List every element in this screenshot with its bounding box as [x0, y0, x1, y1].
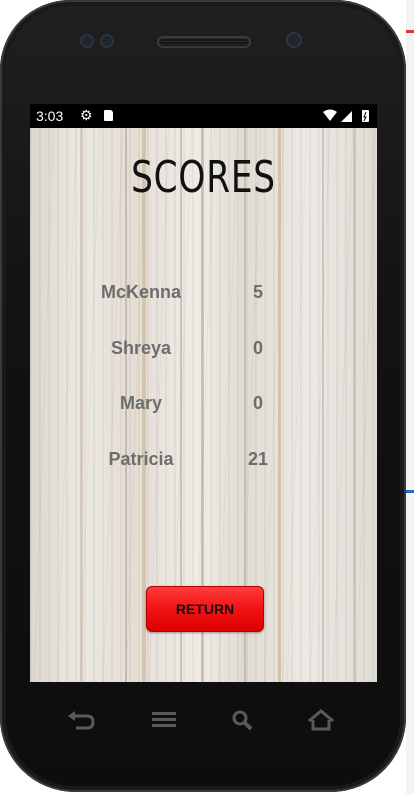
home-icon[interactable]: [306, 708, 336, 732]
status-time: 3:03: [36, 108, 64, 124]
page-title: SCORES: [131, 152, 276, 203]
player-score: 5: [252, 282, 263, 302]
return-button[interactable]: RETURN: [146, 586, 264, 632]
score-row: Mary 0: [30, 393, 377, 423]
wifi-icon: [323, 109, 337, 121]
player-score: 21: [247, 449, 269, 469]
desktop-background-strip: [406, 0, 414, 794]
score-row: Shreya 0: [30, 338, 377, 368]
status-icons-right: [323, 109, 369, 122]
recent-apps-icon[interactable]: [149, 708, 179, 732]
settings-gear-icon: ⚙: [80, 107, 93, 123]
score-row: McKenna 5: [30, 282, 377, 312]
sd-card-icon: [104, 110, 113, 121]
player-name: Patricia: [108, 449, 174, 469]
front-sensor: [80, 34, 94, 48]
phone-screen: 3:03 ⚙ SCORES McKenna 5 Shreya 0 Mary 0 …: [30, 104, 377, 682]
hardware-nav-bar: [0, 700, 406, 740]
battery-icon: [362, 110, 369, 122]
player-name: Shreya: [110, 338, 172, 358]
player-score: 0: [252, 393, 263, 413]
front-camera: [286, 32, 302, 48]
earpiece-speaker: [157, 36, 251, 48]
player-name: McKenna: [100, 282, 181, 302]
cell-signal-icon: [341, 111, 352, 122]
front-sensor: [100, 34, 114, 48]
status-bar: 3:03 ⚙: [30, 104, 377, 128]
wood-background: SCORES McKenna 5 Shreya 0 Mary 0 Patrici…: [30, 128, 377, 682]
desktop-red-mark: [406, 30, 414, 33]
search-icon[interactable]: [228, 708, 258, 732]
player-score: 0: [252, 338, 263, 358]
back-icon[interactable]: [66, 708, 96, 732]
player-name: Mary: [119, 393, 163, 413]
score-row: Patricia 21: [30, 449, 377, 479]
desktop-blue-mark: [406, 490, 414, 493]
phone-frame: 3:03 ⚙ SCORES McKenna 5 Shreya 0 Mary 0 …: [0, 0, 406, 792]
